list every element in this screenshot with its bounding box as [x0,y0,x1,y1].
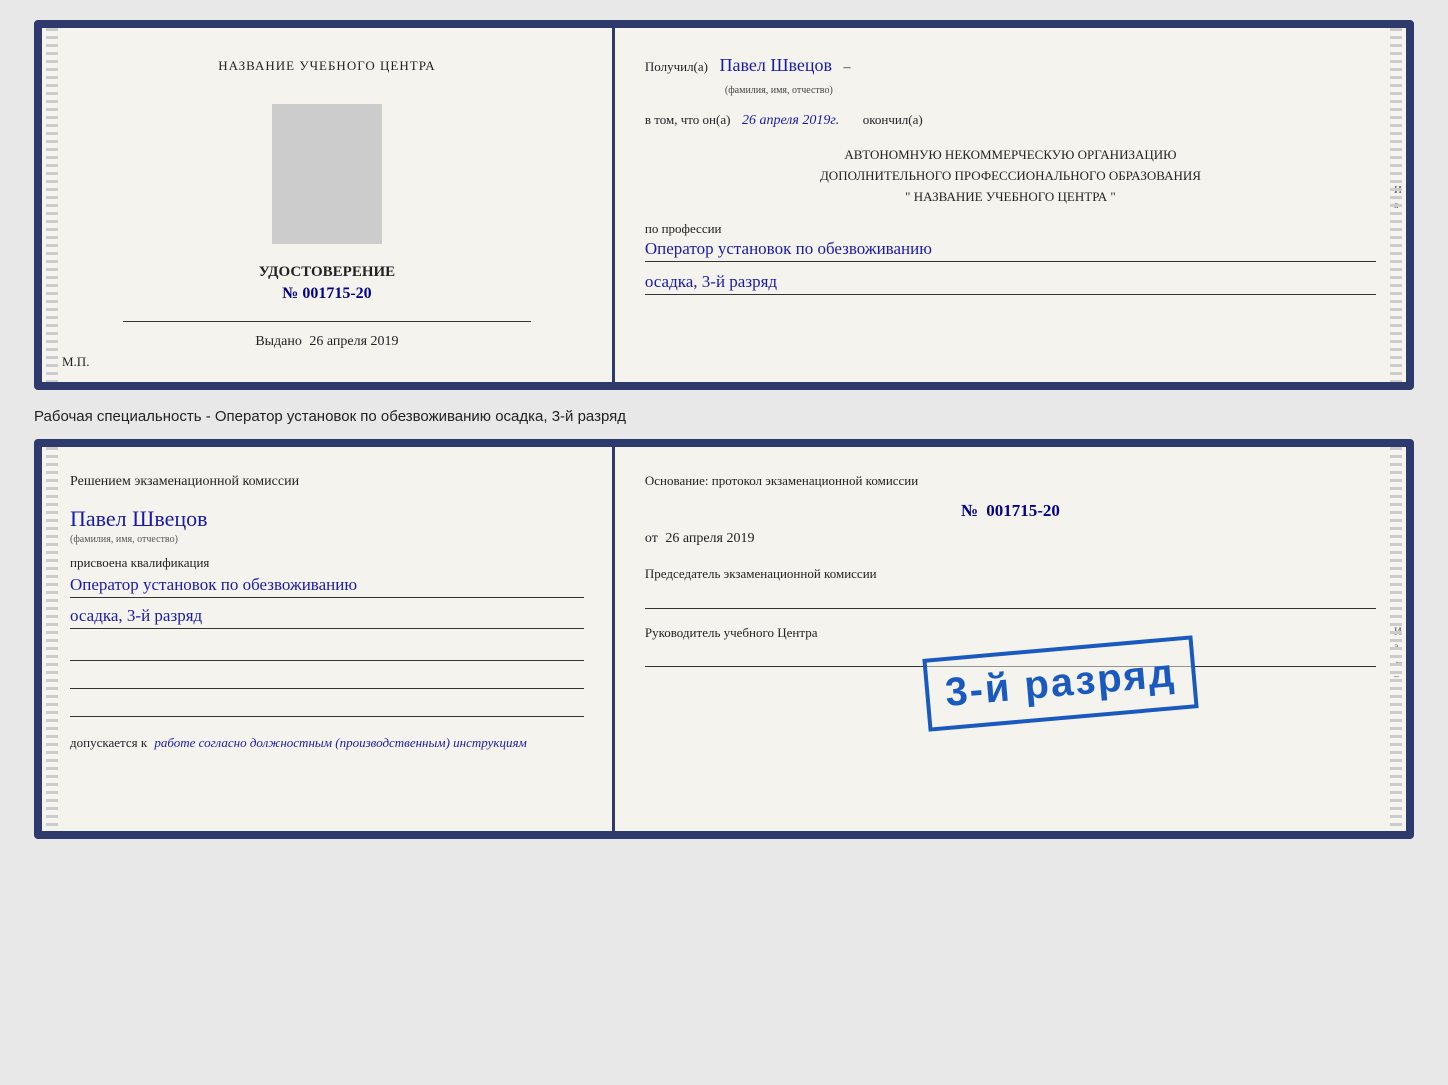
po-professii-label: по профессии [645,221,1376,237]
proto-date-value: 26 апреля 2019 [665,531,754,546]
cert-left-panel: НАЗВАНИЕ УЧЕБНОГО ЦЕНТРА УДОСТОВЕРЕНИЕ №… [42,28,615,382]
proto-sign-lines [70,643,584,717]
sign-line-2 [70,671,584,689]
proto-name: Павел Швецов [70,506,584,532]
org-line1: АВТОНОМНУЮ НЕКОММЕРЧЕСКУЮ ОРГАНИЗАЦИЮ [645,145,1376,166]
chairman-sign-line [645,591,1376,609]
proto-heading: Решением экзаменационной комиссии [70,471,584,492]
poluchil-name: Павел Швецов [720,55,833,75]
cert-vtom-row: в том, что он(а) 26 апреля 2019г. окончи… [645,110,1376,131]
dopusk-text: работе согласно должностным (производств… [154,735,526,750]
proto-right-decoration [1390,447,1402,831]
okonchil-label: окончил(а) [863,112,923,127]
org-line2: ДОПОЛНИТЕЛЬНОГО ПРОФЕССИОНАЛЬНОГО ОБРАЗО… [645,166,1376,187]
cert-doc-title: УДОСТОВЕРЕНИЕ [259,264,396,281]
dopusk-label: допускается к [70,735,147,750]
proto-kvali-line1: Оператор установок по обезвоживанию [70,575,584,598]
proto-number: № 001715-20 [645,501,1376,521]
proto-num-value: 001715-20 [986,501,1060,520]
profession-block: по профессии Оператор установок по обезв… [645,221,1376,295]
poluchil-label: Получил(а) [645,59,708,74]
right-decoration [1390,28,1402,382]
proto-ot-label: от [645,531,658,546]
proto-chairman-label: Председатель экзаменационной комиссии [645,565,1376,583]
fio-subtitle: (фамилия, имя, отчество) [725,85,833,96]
profession-line1: Оператор установок по обезвоживанию [645,239,1376,262]
cert-number-prefix: № [282,285,298,302]
proto-ruk-label: Руководитель учебного Центра [645,625,1376,641]
cert-vydano: Выдано 26 апреля 2019 [255,334,398,350]
cert-line1 [123,321,531,322]
cert-doc-number: № 001715-20 [282,285,371,303]
proto-num-prefix: № [961,501,978,520]
cert-number-value: 001715-20 [302,285,371,302]
proto-chairman-sign-block [645,591,1376,609]
org-line3: " НАЗВАНИЕ УЧЕБНОГО ЦЕНТРА " [645,187,1376,208]
proto-osnov-heading: Основание: протокол экзаменационной коми… [645,471,1376,491]
stamp-text: 3-й разряд [943,651,1177,716]
vydano-label: Выдано [255,334,302,349]
proto-left-panel: Решением экзаменационной комиссии Павел … [42,447,615,831]
proto-name-subtitle: (фамилия, имя, отчество) [70,534,584,545]
cert-poluchil-row: Получил(а) Павел Швецов – (фамилия, имя,… [645,52,1376,100]
proto-kvali-label: присвоена квалификация [70,555,584,571]
cert-photo [272,104,382,244]
poluchil-dash: – [844,60,851,75]
page-wrapper: НАЗВАНИЕ УЧЕБНОГО ЦЕНТРА УДОСТОВЕРЕНИЕ №… [34,20,1414,839]
profession-line2: осадка, 3-й разряд [645,272,1376,295]
proto-kvali-line2: осадка, 3-й разряд [70,606,584,629]
cert-school-title: НАЗВАНИЕ УЧЕБНОГО ЦЕНТРА [218,58,435,74]
sign-line-3 [70,699,584,717]
proto-right-panel: Основание: протокол экзаменационной коми… [615,447,1406,831]
proto-dopusk: допускается к работе согласно должностны… [70,733,584,753]
specialty-text: Рабочая специальность - Оператор установ… [34,408,1414,425]
cert-right-panel: Получил(а) Павел Швецов – (фамилия, имя,… [615,28,1406,382]
certificate-document: НАЗВАНИЕ УЧЕБНОГО ЦЕНТРА УДОСТОВЕРЕНИЕ №… [34,20,1414,390]
vtom-label: в том, что он(а) [645,112,731,127]
proto-ot-date: от 26 апреля 2019 [645,531,1376,547]
vydano-date: 26 апреля 2019 [309,334,398,349]
vtom-date: 26 апреля 2019г. [742,113,839,128]
sign-line-1 [70,643,584,661]
cert-org-block: АВТОНОМНУЮ НЕКОММЕРЧЕСКУЮ ОРГАНИЗАЦИЮ ДО… [645,145,1376,207]
protocol-document: Решением экзаменационной комиссии Павел … [34,439,1414,839]
cert-mp-label: М.П. [62,354,89,370]
